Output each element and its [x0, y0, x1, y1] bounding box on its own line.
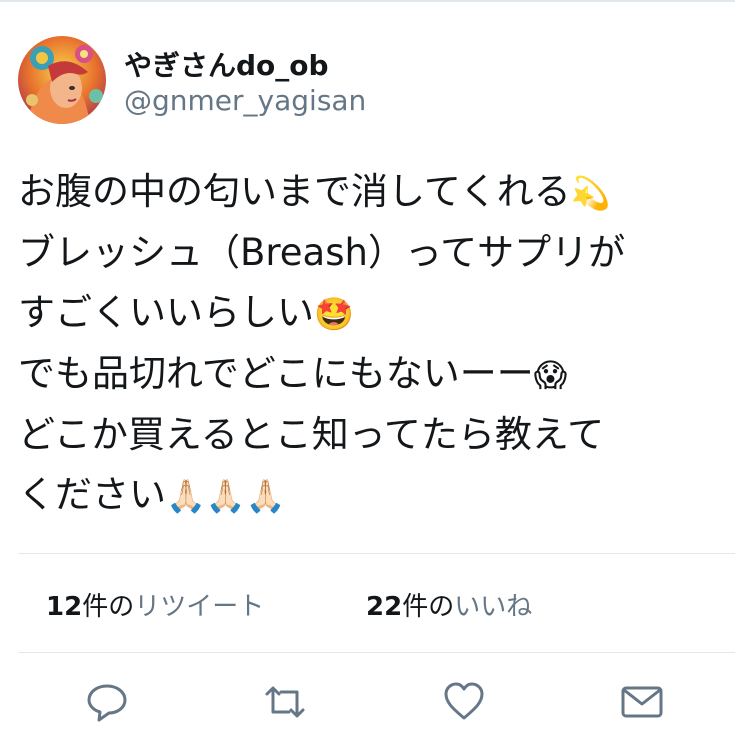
tweet-line: すごくいいらしい🤩 — [18, 283, 728, 344]
retweet-count-unit: 件の — [82, 592, 135, 622]
tweet-line-text: ください — [18, 473, 166, 516]
reply-icon — [87, 684, 127, 722]
envelope-icon — [621, 686, 663, 718]
tweet-line-text: でも品切れでどこにもないーー — [18, 352, 534, 395]
tweet-line-text: どこか買えるとこ知ってたら教えて — [18, 413, 605, 456]
heart-icon — [444, 682, 484, 720]
tweet-line-text: ブレッシュ（Breash）ってサプリが — [18, 231, 626, 274]
tweet-text: お腹の中の匂いまで消してくれる💫 ブレッシュ（Breash）ってサプリが すごく… — [18, 162, 728, 526]
retweet-count-number: 12 — [46, 592, 83, 622]
divider — [18, 652, 735, 653]
like-count[interactable]: 22件のいいね — [366, 586, 532, 623]
folded-hands-emoji-icon: 🙏🏻🙏🏻🙏🏻 — [166, 477, 286, 515]
retweet-count-label: リツイート — [134, 592, 265, 622]
retweet-count[interactable]: 12件のリツイート — [46, 586, 264, 623]
screaming-face-emoji-icon: 😱 — [533, 356, 568, 394]
divider — [18, 553, 735, 554]
star-struck-emoji-icon: 🤩 — [314, 295, 354, 333]
avatar[interactable] — [18, 36, 106, 124]
retweet-icon — [265, 686, 305, 718]
top-border — [0, 0, 735, 2]
tweet-line-text: すごくいいらしい — [18, 291, 314, 334]
retweet-button[interactable] — [263, 680, 307, 724]
direct-message-button[interactable] — [620, 680, 664, 724]
like-count-label: いいね — [454, 592, 533, 622]
reply-button[interactable] — [85, 680, 129, 724]
tweet-line: ください🙏🏻🙏🏻🙏🏻 — [18, 465, 728, 526]
dizzy-emoji-icon: 💫 — [570, 174, 611, 212]
like-count-unit: 件の — [402, 592, 455, 622]
tweet-line: でも品切れでどこにもないーー😱 — [18, 344, 728, 405]
user-handle[interactable]: @gnmer_yagisan — [124, 84, 366, 117]
tweet-line: どこか買えるとこ知ってたら教えて — [18, 405, 728, 465]
tweet-line-text: お腹の中の匂いまで消してくれる — [18, 170, 571, 213]
tweet-line: お腹の中の匂いまで消してくれる💫 — [18, 162, 728, 223]
tweet-line: ブレッシュ（Breash）ってサプリが — [18, 223, 728, 283]
like-button[interactable] — [442, 680, 486, 724]
like-count-number: 22 — [366, 592, 403, 622]
avatar-illustration-icon — [18, 36, 106, 124]
display-name[interactable]: やぎさんdo_ob — [124, 44, 329, 84]
